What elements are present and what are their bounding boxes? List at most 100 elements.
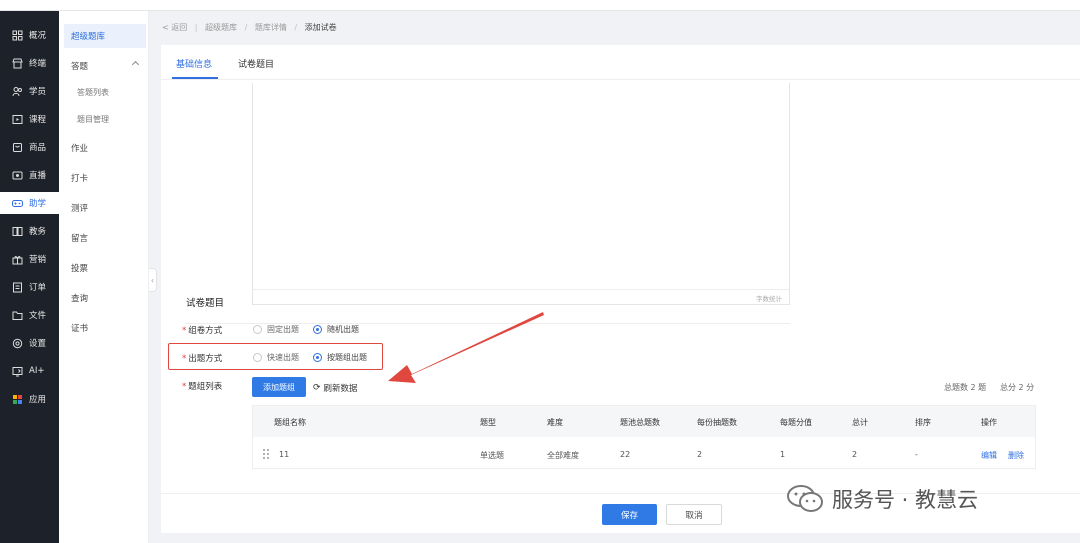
question-mode-label: * 出题方式 — [182, 352, 222, 364]
drag-handle-icon[interactable] — [263, 449, 269, 459]
radio-quick-questions[interactable]: 快速出题 — [253, 352, 299, 363]
radio-dot — [313, 353, 322, 362]
delete-link[interactable]: 删除 — [1008, 450, 1024, 461]
sub-nav-messages[interactable]: 留言 — [64, 226, 146, 250]
sub-nav-answer-list[interactable]: 答题列表 — [64, 80, 146, 104]
nav-label: 营销 — [29, 255, 47, 265]
watermark: 服务号 · 教慧云 — [786, 484, 978, 514]
radio-random-questions[interactable]: 随机出题 — [313, 324, 359, 335]
sub-nav-certificate[interactable]: 证书 — [64, 316, 146, 340]
breadcrumb-item[interactable]: 超级题库 — [205, 23, 237, 32]
save-button[interactable]: 保存 — [602, 504, 657, 525]
box-icon — [11, 141, 23, 153]
sub-nav-homework[interactable]: 作业 — [64, 136, 146, 160]
refresh-label: 刷新数据 — [323, 384, 358, 394]
compose-mode-label: * 组卷方式 — [182, 324, 222, 336]
play-icon — [11, 113, 23, 125]
breadcrumb-current: 添加试卷 — [304, 23, 337, 32]
nav-label: 课程 — [29, 115, 47, 125]
cancel-button[interactable]: 取消 — [666, 504, 722, 525]
nav-label: 应用 — [29, 395, 47, 405]
nav-item-marketing[interactable]: 营销 — [0, 248, 59, 270]
primary-sidebar: 概况 终端 学员 课程 商品 直播 助学 教务 营销 订单 文件 设置 AI+ … — [0, 11, 59, 543]
wechat-icon — [786, 484, 824, 514]
nav-item-apps[interactable]: 应用 — [0, 388, 59, 410]
sub-nav-question-manage[interactable]: 题目管理 — [64, 107, 146, 131]
breadcrumb-item[interactable]: 题库详情 — [255, 23, 287, 32]
required-mark: * — [182, 382, 187, 392]
total-count: 总题数 2 题 — [944, 383, 987, 392]
rich-text-editor[interactable]: 字数统计 — [252, 83, 790, 305]
nav-item-courses[interactable]: 课程 — [0, 108, 59, 130]
edit-link[interactable]: 编辑 — [981, 450, 997, 461]
refresh-data-button[interactable]: ⟳ 刷新数据 — [313, 382, 358, 394]
nav-item-study-assist[interactable]: 助学 — [0, 192, 59, 214]
sub-nav-query[interactable]: 查询 — [64, 286, 146, 310]
nav-item-goods[interactable]: 商品 — [0, 136, 59, 158]
radio-dot — [313, 325, 322, 334]
nav-label: 文件 — [29, 311, 47, 321]
tab-basic-info[interactable]: 基础信息 — [176, 57, 212, 70]
radio-label: 固定出题 — [267, 325, 299, 334]
nav-item-terminal[interactable]: 终端 — [0, 52, 59, 74]
sub-nav-checkin[interactable]: 打卡 — [64, 166, 146, 190]
gear-icon — [11, 337, 23, 349]
column-header: 每份抽题数 — [697, 418, 737, 427]
nav-item-students[interactable]: 学员 — [0, 80, 59, 102]
nav-label: 助学 — [29, 199, 47, 209]
column-header: 操作 — [981, 418, 997, 427]
back-label: 返回 — [171, 23, 188, 32]
gift-icon — [11, 253, 23, 265]
nav-label: 商品 — [29, 143, 47, 153]
sub-nav-answer[interactable]: 答题 — [64, 54, 146, 78]
sidebar-collapse-handle[interactable]: ‹ — [149, 268, 157, 292]
radio-dot — [253, 353, 262, 362]
secondary-sidebar: 超级题库 答题 答题列表 题目管理 作业 打卡 测评 留言 投票 查询 证书 — [59, 11, 149, 543]
nav-item-overview[interactable]: 概况 — [0, 24, 59, 46]
nav-item-academic[interactable]: 教务 — [0, 220, 59, 242]
breadcrumb-separator: / — [294, 23, 298, 32]
chevron-up-icon — [131, 60, 140, 69]
sub-nav-question-bank[interactable]: 超级题库 — [64, 24, 146, 48]
compose-mode-text: 组卷方式 — [188, 326, 223, 336]
total-score: 总分 2 分 — [1000, 383, 1035, 392]
top-bar — [0, 0, 1080, 11]
book-icon — [11, 225, 23, 237]
column-header: 题组名称 — [274, 418, 306, 427]
nav-label: 直播 — [29, 171, 47, 181]
required-mark: * — [182, 326, 187, 336]
column-header: 难度 — [547, 418, 563, 427]
nav-item-live[interactable]: 直播 — [0, 164, 59, 186]
nav-item-ai[interactable]: AI+ — [0, 360, 59, 382]
cell-score-each: 1 — [780, 450, 786, 459]
cell-sort: - — [915, 450, 918, 459]
live-icon — [11, 169, 23, 181]
radio-by-group-questions[interactable]: 按题组出题 — [313, 352, 367, 363]
back-link[interactable]: < 返回 — [162, 23, 187, 32]
nav-item-files[interactable]: 文件 — [0, 304, 59, 326]
tab-active-indicator — [172, 77, 218, 79]
watermark-text: 服务号 · 教慧云 — [832, 488, 979, 512]
apps-icon — [11, 393, 23, 405]
group-list-label: * 题组列表 — [182, 380, 222, 392]
cell-total: 2 — [852, 450, 858, 459]
refresh-icon: ⟳ — [313, 383, 321, 393]
cell-pool-total: 22 — [620, 450, 631, 459]
column-header: 题型 — [480, 418, 496, 427]
nav-label: 学员 — [29, 87, 47, 97]
chevron-left-icon: ‹ — [150, 275, 155, 285]
nav-item-orders[interactable]: 订单 — [0, 276, 59, 298]
nav-label: AI+ — [29, 366, 45, 376]
radio-fixed-questions[interactable]: 固定出题 — [253, 324, 299, 335]
cell-group-name: 11 — [279, 450, 290, 459]
breadcrumb: < 返回 | 超级题库 / 题库详情 / 添加试卷 — [162, 22, 337, 33]
nav-item-settings[interactable]: 设置 — [0, 332, 59, 354]
radio-label: 快速出题 — [267, 353, 299, 362]
group-list-text: 题组列表 — [188, 382, 223, 392]
add-group-button[interactable]: 添加题组 — [252, 377, 306, 397]
radio-label: 随机出题 — [327, 325, 359, 334]
sub-nav-assessment[interactable]: 测评 — [64, 196, 146, 220]
tab-paper-questions[interactable]: 试卷题目 — [238, 57, 274, 70]
sub-nav-vote[interactable]: 投票 — [64, 256, 146, 280]
editor-footer: 字数统计 — [253, 289, 789, 304]
